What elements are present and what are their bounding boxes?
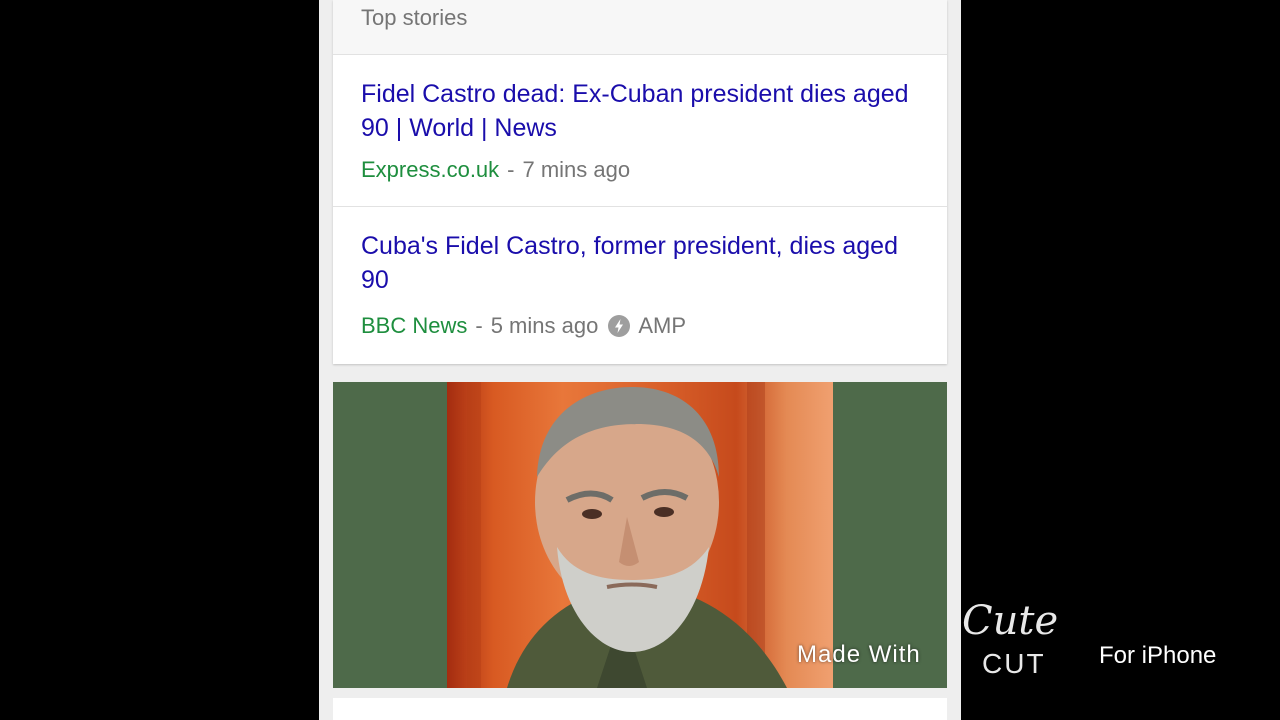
top-stories-card: Top stories Fidel Castro dead: Ex-Cuban …: [333, 0, 947, 364]
top-stories-title: Top stories: [361, 5, 468, 30]
story-source: BBC News: [361, 313, 468, 338]
meta-separator: -: [507, 157, 515, 182]
story-meta: Express.co.uk - 7 mins ago: [361, 157, 630, 183]
story-item[interactable]: Cuba's Fidel Castro, former president, d…: [333, 207, 947, 364]
story-source: Express.co.uk: [361, 157, 500, 182]
story-headline-link[interactable]: Fidel Castro dead: Ex-Cuban president di…: [361, 77, 921, 145]
watermark-for-iphone: For iPhone: [1099, 642, 1217, 669]
story-time: 5 mins ago: [490, 313, 599, 338]
top-stories-header: Top stories: [333, 0, 947, 55]
story-time: 7 mins ago: [522, 157, 631, 182]
next-card: [333, 698, 947, 720]
portrait-photo[interactable]: [447, 382, 833, 688]
story-headline-link[interactable]: Cuba's Fidel Castro, former president, d…: [361, 229, 921, 297]
meta-separator: -: [475, 313, 483, 338]
phone-screen: Top stories Fidel Castro dead: Ex-Cuban …: [319, 0, 961, 720]
amp-badge: AMP: [638, 313, 686, 338]
story-meta: BBC News - 5 mins ago AMP: [361, 313, 686, 339]
news-image-card[interactable]: [333, 382, 947, 688]
story-item[interactable]: Fidel Castro dead: Ex-Cuban president di…: [333, 55, 947, 207]
watermark-cut-logo: CUT: [982, 648, 1046, 679]
watermark-cute-logo: Cute: [962, 598, 1059, 644]
lightning-bolt-icon: [608, 315, 631, 337]
